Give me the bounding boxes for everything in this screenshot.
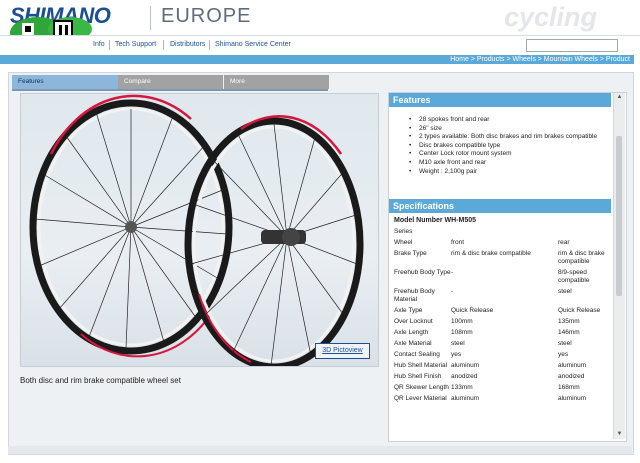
tab-underline bbox=[12, 89, 328, 91]
table-cell: rim & disc brake compatible bbox=[558, 250, 605, 265]
list-item: 28 spokes front and rear bbox=[409, 116, 614, 124]
logo-divider bbox=[150, 6, 151, 30]
table-cell: aluminum bbox=[451, 362, 480, 369]
nav-separator bbox=[209, 40, 210, 50]
product-image bbox=[20, 93, 379, 367]
table-cell: Freehub Body Material bbox=[394, 288, 435, 303]
table-row: Series bbox=[394, 228, 609, 239]
table-cell: Quick Release bbox=[558, 307, 601, 314]
table-row: Contact Sealing yes yes bbox=[394, 351, 609, 362]
table-cell: Hub Shell Material bbox=[394, 362, 448, 369]
table-row: Axle Type Quick Release Quick Release bbox=[394, 307, 609, 318]
table-cell: Series bbox=[394, 228, 413, 235]
features-list: 28 spokes front and rear 26" size 2 type… bbox=[409, 116, 614, 176]
list-item: Weight : 2,100g pair bbox=[409, 168, 614, 176]
tab-compare[interactable]: Compare bbox=[118, 75, 223, 89]
table-row: Wheel front rear bbox=[394, 239, 609, 250]
table-row: QR Lever Material aluminum aluminum bbox=[394, 395, 609, 406]
breadcrumb-bar: Home > Products > Wheels > Mountain Whee… bbox=[0, 55, 634, 64]
top-navigation: Info Tech Support Distributors Shimano S… bbox=[0, 35, 640, 56]
table-cell: steel bbox=[451, 340, 465, 347]
list-item: Disc brakes compatible type bbox=[409, 142, 614, 150]
table-cell: QR Lever Material bbox=[394, 395, 447, 402]
table-row: Freehub Body Type - 8/9-speed compatible bbox=[394, 269, 609, 288]
table-cell: anodized bbox=[451, 373, 478, 380]
table-cell: QR Skewer Length bbox=[394, 384, 449, 391]
table-cell: 108mm bbox=[451, 329, 473, 336]
table-cell: Over Locknut bbox=[394, 318, 433, 325]
table-cell: 168mm bbox=[558, 384, 580, 391]
table-cell: Freehub Body Type bbox=[394, 269, 451, 276]
table-cell bbox=[558, 228, 609, 239]
cycling-watermark: cycling bbox=[504, 2, 598, 32]
tab-features[interactable]: Features bbox=[12, 75, 118, 89]
front-wheel bbox=[184, 115, 364, 366]
nav-distributors[interactable]: Distributors bbox=[170, 41, 205, 48]
table-cell: Wheel bbox=[394, 239, 413, 246]
table-cell: yes bbox=[558, 351, 569, 358]
specifications-heading: Specifications bbox=[389, 199, 611, 213]
product-caption: Both disc and rim brake compatible wheel… bbox=[20, 376, 181, 385]
table-cell: yes bbox=[451, 351, 462, 358]
breadcrumb[interactable]: Home > Products > Wheels > Mountain Whee… bbox=[450, 55, 630, 64]
tab-more[interactable]: More bbox=[224, 75, 329, 89]
table-cell: 135mm bbox=[558, 318, 580, 325]
table-cell: anodized bbox=[558, 373, 585, 380]
table-cell bbox=[451, 228, 558, 239]
table-row: QR Skewer Length 133mm 168mm bbox=[394, 384, 609, 395]
table-cell: aluminum bbox=[558, 395, 587, 402]
nav-tech-support[interactable]: Tech Support bbox=[115, 41, 156, 48]
table-cell: 100mm bbox=[451, 318, 473, 325]
table-cell: Hub Shell Finish bbox=[394, 373, 442, 380]
nav-separator bbox=[163, 40, 164, 50]
horizontal-scrollbar[interactable] bbox=[8, 446, 632, 454]
features-heading: Features bbox=[389, 93, 611, 107]
table-cell: steel bbox=[558, 340, 572, 347]
table-row: Freehub Body Material - steel bbox=[394, 288, 609, 307]
scroll-down-icon[interactable]: ▼ bbox=[614, 430, 625, 439]
table-cell: Axle Length bbox=[394, 329, 429, 336]
3d-pictoview-button[interactable]: 3D Pictoview bbox=[315, 343, 370, 359]
rear-wheel bbox=[29, 94, 233, 358]
list-item: M10 axle front and rear bbox=[409, 159, 614, 167]
list-item: 26" size bbox=[409, 125, 614, 133]
table-cell: Brake Type bbox=[394, 250, 427, 257]
table-row: Brake Type rim & disc brake compatible rim… bbox=[394, 250, 609, 269]
wheelset-illustration bbox=[29, 94, 364, 366]
table-row: Hub Shell Finish anodized anodized bbox=[394, 373, 609, 384]
table-cell: rear bbox=[558, 239, 570, 246]
list-item: Center Lock rotor mount system bbox=[409, 150, 614, 158]
table-cell: - bbox=[451, 288, 454, 295]
table-cell: Axle Type bbox=[394, 307, 423, 314]
search-input[interactable] bbox=[526, 39, 618, 52]
vertical-scrollbar[interactable]: ▲ ▼ bbox=[613, 93, 625, 439]
table-cell: 8/9-speed compatible bbox=[558, 269, 590, 284]
table-cell: - bbox=[451, 269, 454, 276]
table-cell: steel bbox=[558, 288, 572, 295]
nav-service-center[interactable]: Shimano Service Center bbox=[215, 41, 291, 48]
table-cell: 133mm bbox=[451, 384, 473, 391]
table-cell: Axle Material bbox=[394, 340, 432, 347]
table-row: Axle Length 108mm 146mm bbox=[394, 329, 609, 340]
list-item: 2 types available: Both disc brakes and … bbox=[409, 133, 614, 141]
table-cell: rim & disc brake compatible bbox=[451, 250, 531, 257]
table-cell: aluminum bbox=[558, 362, 587, 369]
table-row: Axle Material steel steel bbox=[394, 340, 609, 351]
region-label: EUROPE bbox=[161, 5, 252, 27]
table-cell: aluminum bbox=[451, 395, 480, 402]
nav-separator bbox=[109, 40, 110, 50]
table-row: Over Locknut 100mm 135mm bbox=[394, 318, 609, 329]
nav-info[interactable]: Info bbox=[93, 41, 105, 48]
table-cell: Quick Release bbox=[451, 307, 494, 314]
table-cell: front bbox=[451, 239, 465, 246]
specifications-table: Series Wheel front rear Brake Type rim & disc… bbox=[394, 228, 609, 406]
model-number: Model Number WH-M505 bbox=[394, 217, 477, 224]
table-cell: Contact Sealing bbox=[394, 351, 440, 358]
table-cell: 146mm bbox=[558, 329, 580, 336]
scroll-up-icon[interactable]: ▲ bbox=[614, 93, 625, 102]
table-row: Hub Shell Material aluminum aluminum bbox=[394, 362, 609, 373]
scroll-thumb[interactable] bbox=[616, 136, 622, 296]
